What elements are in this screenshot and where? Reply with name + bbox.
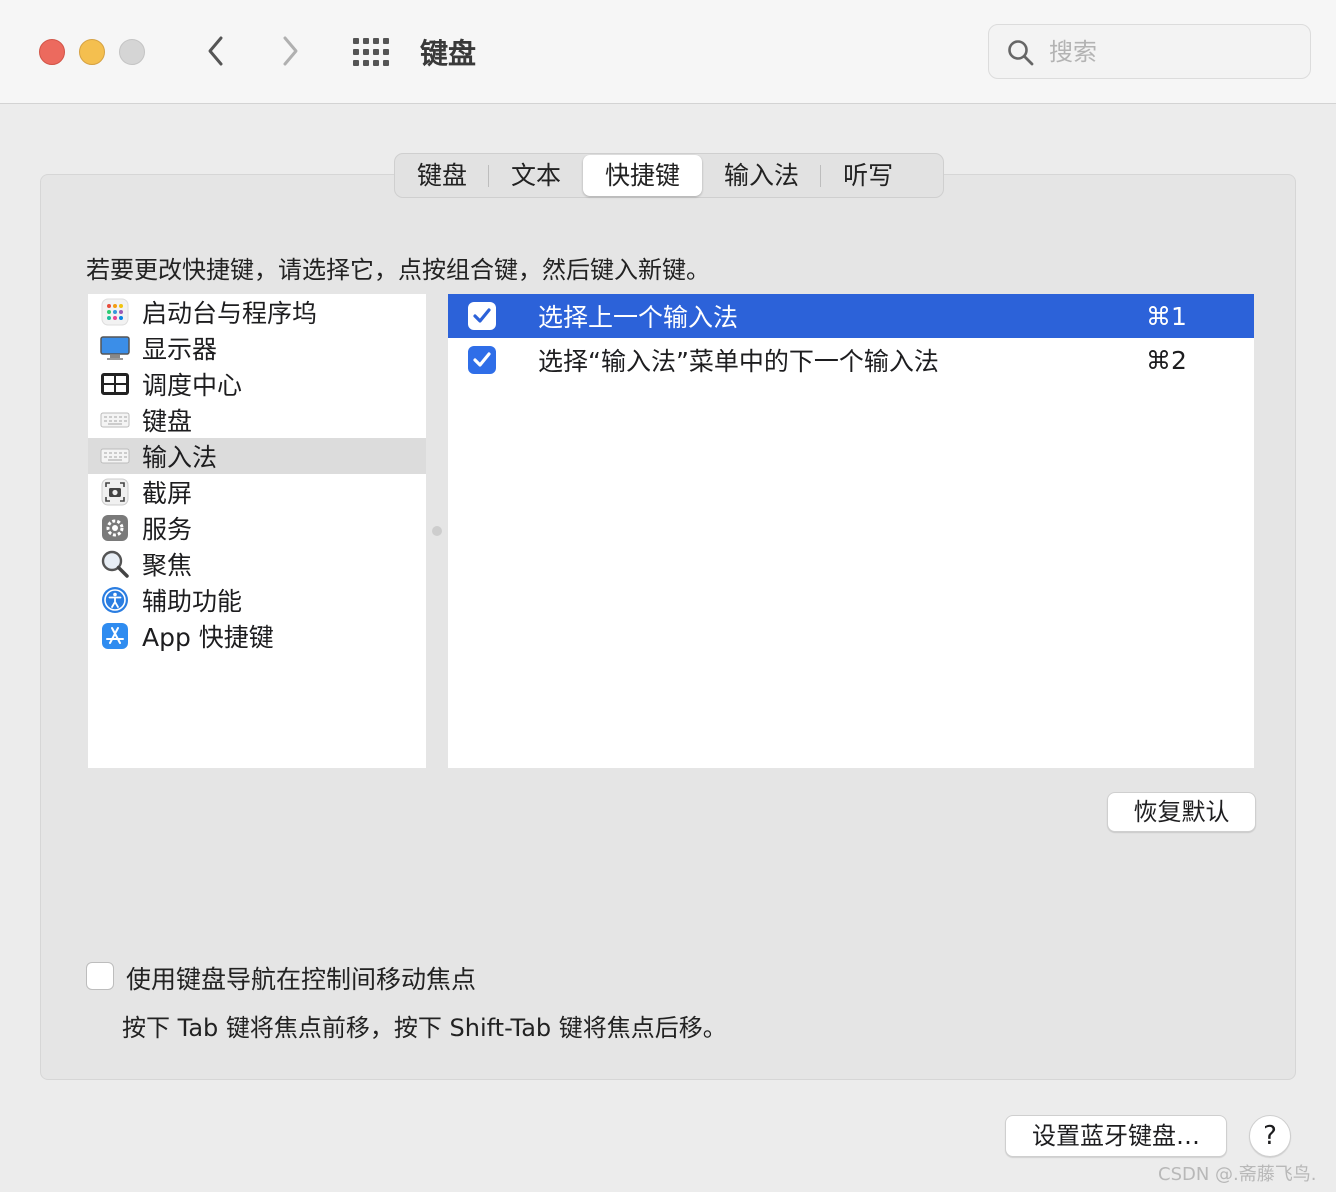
gear-icon <box>100 514 130 542</box>
magnifier-icon <box>100 550 130 578</box>
checkmark-icon <box>473 352 491 367</box>
category-label: App 快捷键 <box>142 623 274 652</box>
back-button[interactable] <box>196 28 236 74</box>
close-window-button[interactable] <box>39 39 65 65</box>
keyboard-navigation-checkbox[interactable] <box>86 962 114 990</box>
keyboard-icon <box>100 442 130 470</box>
shortcut-keys[interactable]: ⌘2 <box>1146 346 1187 375</box>
watermark: CSDN @.斋藤飞鸟. <box>1158 1164 1317 1185</box>
title-bar: 键盘 <box>0 0 1336 104</box>
category-label: 输入法 <box>142 443 218 472</box>
grid-icon <box>353 38 389 66</box>
keyboard-icon <box>100 406 130 434</box>
show-all-grid-button[interactable] <box>352 37 390 67</box>
tab-shortcuts[interactable]: 快捷键 <box>583 155 703 196</box>
shortcut-list[interactable]: 选择上一个输入法 ⌘1 选择“输入法”菜单中的下一个输入法 ⌘2 <box>448 294 1254 768</box>
search-box[interactable] <box>988 24 1311 79</box>
category-label: 辅助功能 <box>142 587 243 616</box>
category-list[interactable]: 启动台与程序坞 显示器 调度中心 键盘 输入法 截屏 服务 聚焦 辅助功能 Ap… <box>88 294 426 768</box>
tab-keyboard[interactable]: 键盘 <box>395 155 490 196</box>
category-screenshot[interactable]: 截屏 <box>88 474 426 510</box>
split-view-handle[interactable] <box>432 526 442 536</box>
category-label: 显示器 <box>142 335 218 364</box>
minimize-window-button[interactable] <box>79 39 105 65</box>
launchpad-icon <box>100 298 130 326</box>
checkmark-icon <box>473 308 491 323</box>
chevron-left-icon <box>208 36 223 66</box>
shortcut-label: 选择“输入法”菜单中的下一个输入法 <box>538 347 939 376</box>
shortcut-checkbox[interactable] <box>468 302 496 330</box>
category-accessibility[interactable]: 辅助功能 <box>88 582 426 618</box>
forward-button[interactable] <box>270 28 310 74</box>
help-button[interactable]: ? <box>1249 1115 1291 1157</box>
window-title: 键盘 <box>420 37 477 70</box>
display-icon <box>100 334 130 362</box>
tab-input-sources[interactable]: 输入法 <box>702 155 822 196</box>
category-label: 启动台与程序坞 <box>142 299 318 328</box>
keyboard-navigation-label[interactable]: 使用键盘导航在控制间移动焦点 <box>126 960 476 996</box>
category-label: 键盘 <box>142 407 193 436</box>
shortcut-label: 选择上一个输入法 <box>538 303 739 332</box>
category-label: 调度中心 <box>142 371 243 400</box>
category-app-shortcuts[interactable]: App 快捷键 <box>88 618 426 654</box>
setup-bluetooth-keyboard-button[interactable]: 设置蓝牙键盘… <box>1005 1115 1227 1157</box>
search-icon <box>1008 40 1034 66</box>
category-label: 截屏 <box>142 479 193 508</box>
category-mission-control[interactable]: 调度中心 <box>88 366 426 402</box>
chevron-right-icon <box>283 36 298 66</box>
shortcut-keys[interactable]: ⌘1 <box>1146 302 1187 331</box>
category-label: 服务 <box>142 515 193 544</box>
restore-defaults-button[interactable]: 恢复默认 <box>1107 792 1256 832</box>
accessibility-icon <box>100 586 130 614</box>
app-store-icon <box>100 622 130 650</box>
tab-dictation[interactable]: 听写 <box>821 155 915 196</box>
screenshot-icon <box>100 478 130 506</box>
tab-text[interactable]: 文本 <box>489 155 583 196</box>
category-spotlight[interactable]: 聚焦 <box>88 546 426 582</box>
category-input-sources[interactable]: 输入法 <box>88 438 426 474</box>
shortcut-row[interactable]: 选择上一个输入法 ⌘1 <box>448 294 1254 338</box>
shortcut-row[interactable]: 选择“输入法”菜单中的下一个输入法 ⌘2 <box>448 338 1254 382</box>
tab-bar: 键盘 文本 快捷键 输入法 听写 <box>394 153 944 198</box>
keyboard-navigation-description: 按下 Tab 键将焦点前移，按下 Shift-Tab 键将焦点后移。 <box>122 1014 727 1042</box>
shortcut-checkbox[interactable] <box>468 346 496 374</box>
search-input[interactable] <box>1049 35 1289 69</box>
instructions-text: 若要更改快捷键，请选择它，点按组合键，然后键入新键。 <box>86 256 710 284</box>
category-services[interactable]: 服务 <box>88 510 426 546</box>
zoom-window-button[interactable] <box>119 39 145 65</box>
mission-control-icon <box>100 370 130 398</box>
category-launchpad[interactable]: 启动台与程序坞 <box>88 294 426 330</box>
category-display[interactable]: 显示器 <box>88 330 426 366</box>
category-label: 聚焦 <box>142 551 193 580</box>
category-keyboard[interactable]: 键盘 <box>88 402 426 438</box>
